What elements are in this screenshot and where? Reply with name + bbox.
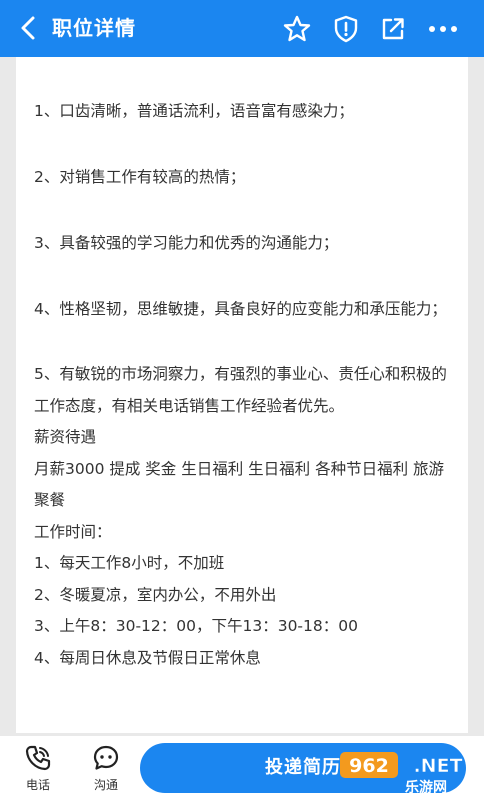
chat-button[interactable]: 沟通 bbox=[82, 744, 130, 796]
phone-icon bbox=[25, 745, 51, 771]
app-screen: 职位详情 1、口齿清晰，普通话流利，语音富有感染力； 2、对销售工作有较高的热情… bbox=[0, 0, 484, 800]
page-title: 职位详情 bbox=[52, 16, 136, 40]
salary-details: 月薪3000 提成 奖金 生日福利 生日福利 各种节日福利 旅游 聚餐 bbox=[34, 459, 445, 510]
requirement-item: 2、对销售工作有较高的热情； bbox=[34, 168, 246, 186]
share-icon bbox=[382, 18, 404, 40]
job-description: 1、口齿清晰，普通话流利，语音富有感染力； 2、对销售工作有较高的热情； 3、具… bbox=[34, 95, 454, 674]
job-detail-card: 1、口齿清晰，普通话流利，语音富有感染力； 2、对销售工作有较高的热情； 3、具… bbox=[16, 57, 468, 733]
worktime-item: 2、冬暖夏凉，室内办公，不用外出 bbox=[34, 585, 277, 604]
phone-button[interactable]: 电话 bbox=[14, 744, 62, 796]
share-button[interactable] bbox=[378, 14, 408, 44]
chat-bubble-icon bbox=[93, 745, 119, 770]
chat-label: 沟通 bbox=[93, 778, 118, 792]
requirement-item: 5、有敏锐的市场洞察力，有强烈的事业心、责任心和积极的工作态度，有相关电话销售工… bbox=[34, 365, 447, 415]
submit-resume-button[interactable]: 投递简历 bbox=[140, 743, 466, 793]
bottom-action-bar: 电话 沟通 投递简历 bbox=[0, 736, 484, 800]
requirement-item: 3、具备较强的学习能力和优秀的沟通能力； bbox=[34, 234, 339, 252]
submit-resume-label: 投递简历 bbox=[265, 757, 341, 778]
favorite-button[interactable] bbox=[282, 14, 312, 44]
shield-alert-icon bbox=[334, 15, 358, 43]
more-dots-icon bbox=[429, 26, 457, 32]
worktime-item: 1、每天工作8小时，不加班 bbox=[34, 554, 225, 572]
star-icon bbox=[283, 15, 311, 42]
worktime-item: 4、每周日休息及节假日正常休息 bbox=[34, 648, 261, 667]
worktime-item: 3、上午8：30-12：00，下午13：30-18：00 bbox=[34, 617, 358, 635]
report-button[interactable] bbox=[331, 14, 361, 44]
more-button[interactable] bbox=[426, 14, 460, 44]
requirement-item: 4、性格坚韧，思维敏捷，具备良好的应变能力和承压能力； bbox=[34, 300, 447, 318]
worktime-heading: 工作时间： bbox=[34, 522, 112, 541]
back-button[interactable] bbox=[14, 13, 44, 43]
salary-heading: 薪资待遇 bbox=[34, 428, 97, 446]
requirement-item: 1、口齿清晰，普通话流利，语音富有感染力； bbox=[34, 102, 354, 120]
top-header: 职位详情 bbox=[0, 0, 484, 57]
phone-label: 电话 bbox=[25, 778, 50, 792]
back-arrow-icon bbox=[21, 16, 35, 40]
